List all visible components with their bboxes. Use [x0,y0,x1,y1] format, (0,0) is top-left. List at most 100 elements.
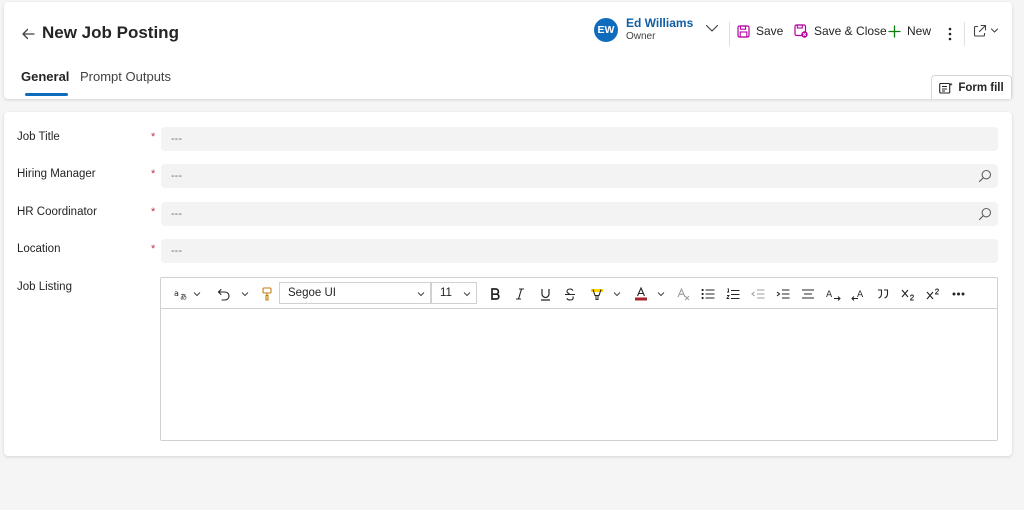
location-input[interactable]: --- [161,239,998,263]
bullet-list-button[interactable] [700,286,716,302]
format-painter-icon [262,287,272,301]
back-button[interactable] [18,24,38,44]
increase-indent-icon [776,289,790,299]
search-icon[interactable] [978,169,992,183]
svg-text:a: a [174,289,179,298]
job-title-placeholder: --- [171,133,182,145]
divider [729,22,730,46]
underline-icon [540,288,550,301]
chevron-down-icon [705,24,719,32]
numbered-list-button[interactable] [725,286,741,302]
decrease-indent-button[interactable] [750,286,766,302]
owner-name[interactable]: Ed Williams [626,17,693,30]
chevron-down-icon [990,28,999,33]
blockquote-button[interactable] [875,286,891,302]
strikethrough-button[interactable] [563,286,577,302]
subscript-button[interactable] [900,286,916,302]
bold-button[interactable] [488,286,502,302]
right-to-left-button[interactable]: A [850,286,866,302]
chevron-down-icon [193,292,201,297]
align-button[interactable] [800,286,816,302]
tab-general[interactable]: General [21,69,69,84]
increase-indent-button[interactable] [775,286,791,302]
arrow-left-icon [22,28,35,40]
owner-role: Owner [626,31,656,42]
divider [964,22,965,46]
form-fill-label: Form fill [958,81,1004,94]
undo-button[interactable] [216,286,232,302]
text-direction-button[interactable]: aあ [173,286,189,302]
font-color-dropdown[interactable] [656,286,666,302]
text-direction-dropdown[interactable] [192,286,202,302]
job-title-label: Job Title [17,131,60,143]
subscript-icon [901,289,914,300]
more-tools-button[interactable] [950,286,966,302]
share-button[interactable] [973,24,999,37]
form-fill-button[interactable]: Form fill [931,75,1012,99]
job-listing-editor-body[interactable] [161,310,997,440]
save-button-label: Save [756,24,784,38]
font-color-button[interactable] [633,286,649,302]
highlight-dropdown[interactable] [612,286,622,302]
format-painter-button[interactable] [260,286,274,302]
required-marker: * [151,168,156,180]
save-close-button[interactable]: Save & Close [794,24,887,38]
quote-icon [878,289,889,299]
superscript-button[interactable] [925,286,941,302]
plus-icon [888,24,901,38]
page-title: New Job Posting [42,23,179,42]
clear-formatting-button[interactable] [675,286,691,302]
share-icon [973,24,987,37]
location-label: Location [17,243,61,255]
undo-dropdown[interactable] [240,286,250,302]
svg-text:A: A [857,290,864,300]
undo-icon [217,288,230,301]
chevron-down-icon [657,292,665,297]
clear-formatting-icon [677,287,690,301]
hiring-manager-lookup[interactable]: --- [161,164,998,188]
hr-coordinator-lookup[interactable]: --- [161,202,998,226]
font-color-icon [635,287,647,301]
bullet-list-icon [701,288,715,300]
new-button[interactable]: New [888,24,931,38]
highlight-button[interactable] [589,286,605,302]
highlighter-icon [591,288,603,300]
superscript-icon [926,288,939,299]
job-title-input[interactable]: --- [161,127,998,151]
hiring-manager-label: Hiring Manager [17,168,96,180]
rtl-icon: A [850,290,864,301]
save-button[interactable]: Save [737,24,783,38]
more-commands-button[interactable] [943,24,957,44]
font-family-select[interactable]: Segoe UI [279,282,431,304]
chevron-down-icon [241,292,249,297]
required-marker: * [151,131,156,143]
bold-icon [491,288,500,300]
save-close-button-label: Save & Close [814,24,887,38]
chevron-down-icon [463,292,471,297]
owner-block[interactable]: EW Ed Williams Owner [594,17,693,43]
more-horizontal-icon [952,292,964,296]
location-placeholder: --- [171,245,182,257]
chevron-down-icon [417,292,425,297]
align-center-icon [802,289,814,299]
hiring-manager-placeholder: --- [171,170,182,182]
job-listing-label: Job Listing [17,281,72,293]
tab-prompt-outputs[interactable]: Prompt Outputs [80,69,171,84]
ltr-icon: A [826,290,841,301]
underline-button[interactable] [538,286,552,302]
font-size-select[interactable]: 11 [431,282,477,304]
svg-text:A: A [826,290,833,300]
header-card: New Job Posting EW Ed Williams Owner Sav… [4,2,1012,99]
numbered-list-icon [726,288,740,299]
chevron-down-icon [613,292,621,297]
hr-coordinator-placeholder: --- [171,208,182,220]
form-fill-icon [939,82,954,94]
active-tab-indicator [25,93,68,96]
decrease-indent-icon [751,289,765,299]
italic-button[interactable] [513,286,527,302]
owner-expand-button[interactable] [704,20,720,36]
new-button-label: New [907,24,932,38]
svg-text:あ: あ [180,293,187,300]
left-to-right-button[interactable]: A [825,286,841,302]
search-icon[interactable] [978,207,992,221]
